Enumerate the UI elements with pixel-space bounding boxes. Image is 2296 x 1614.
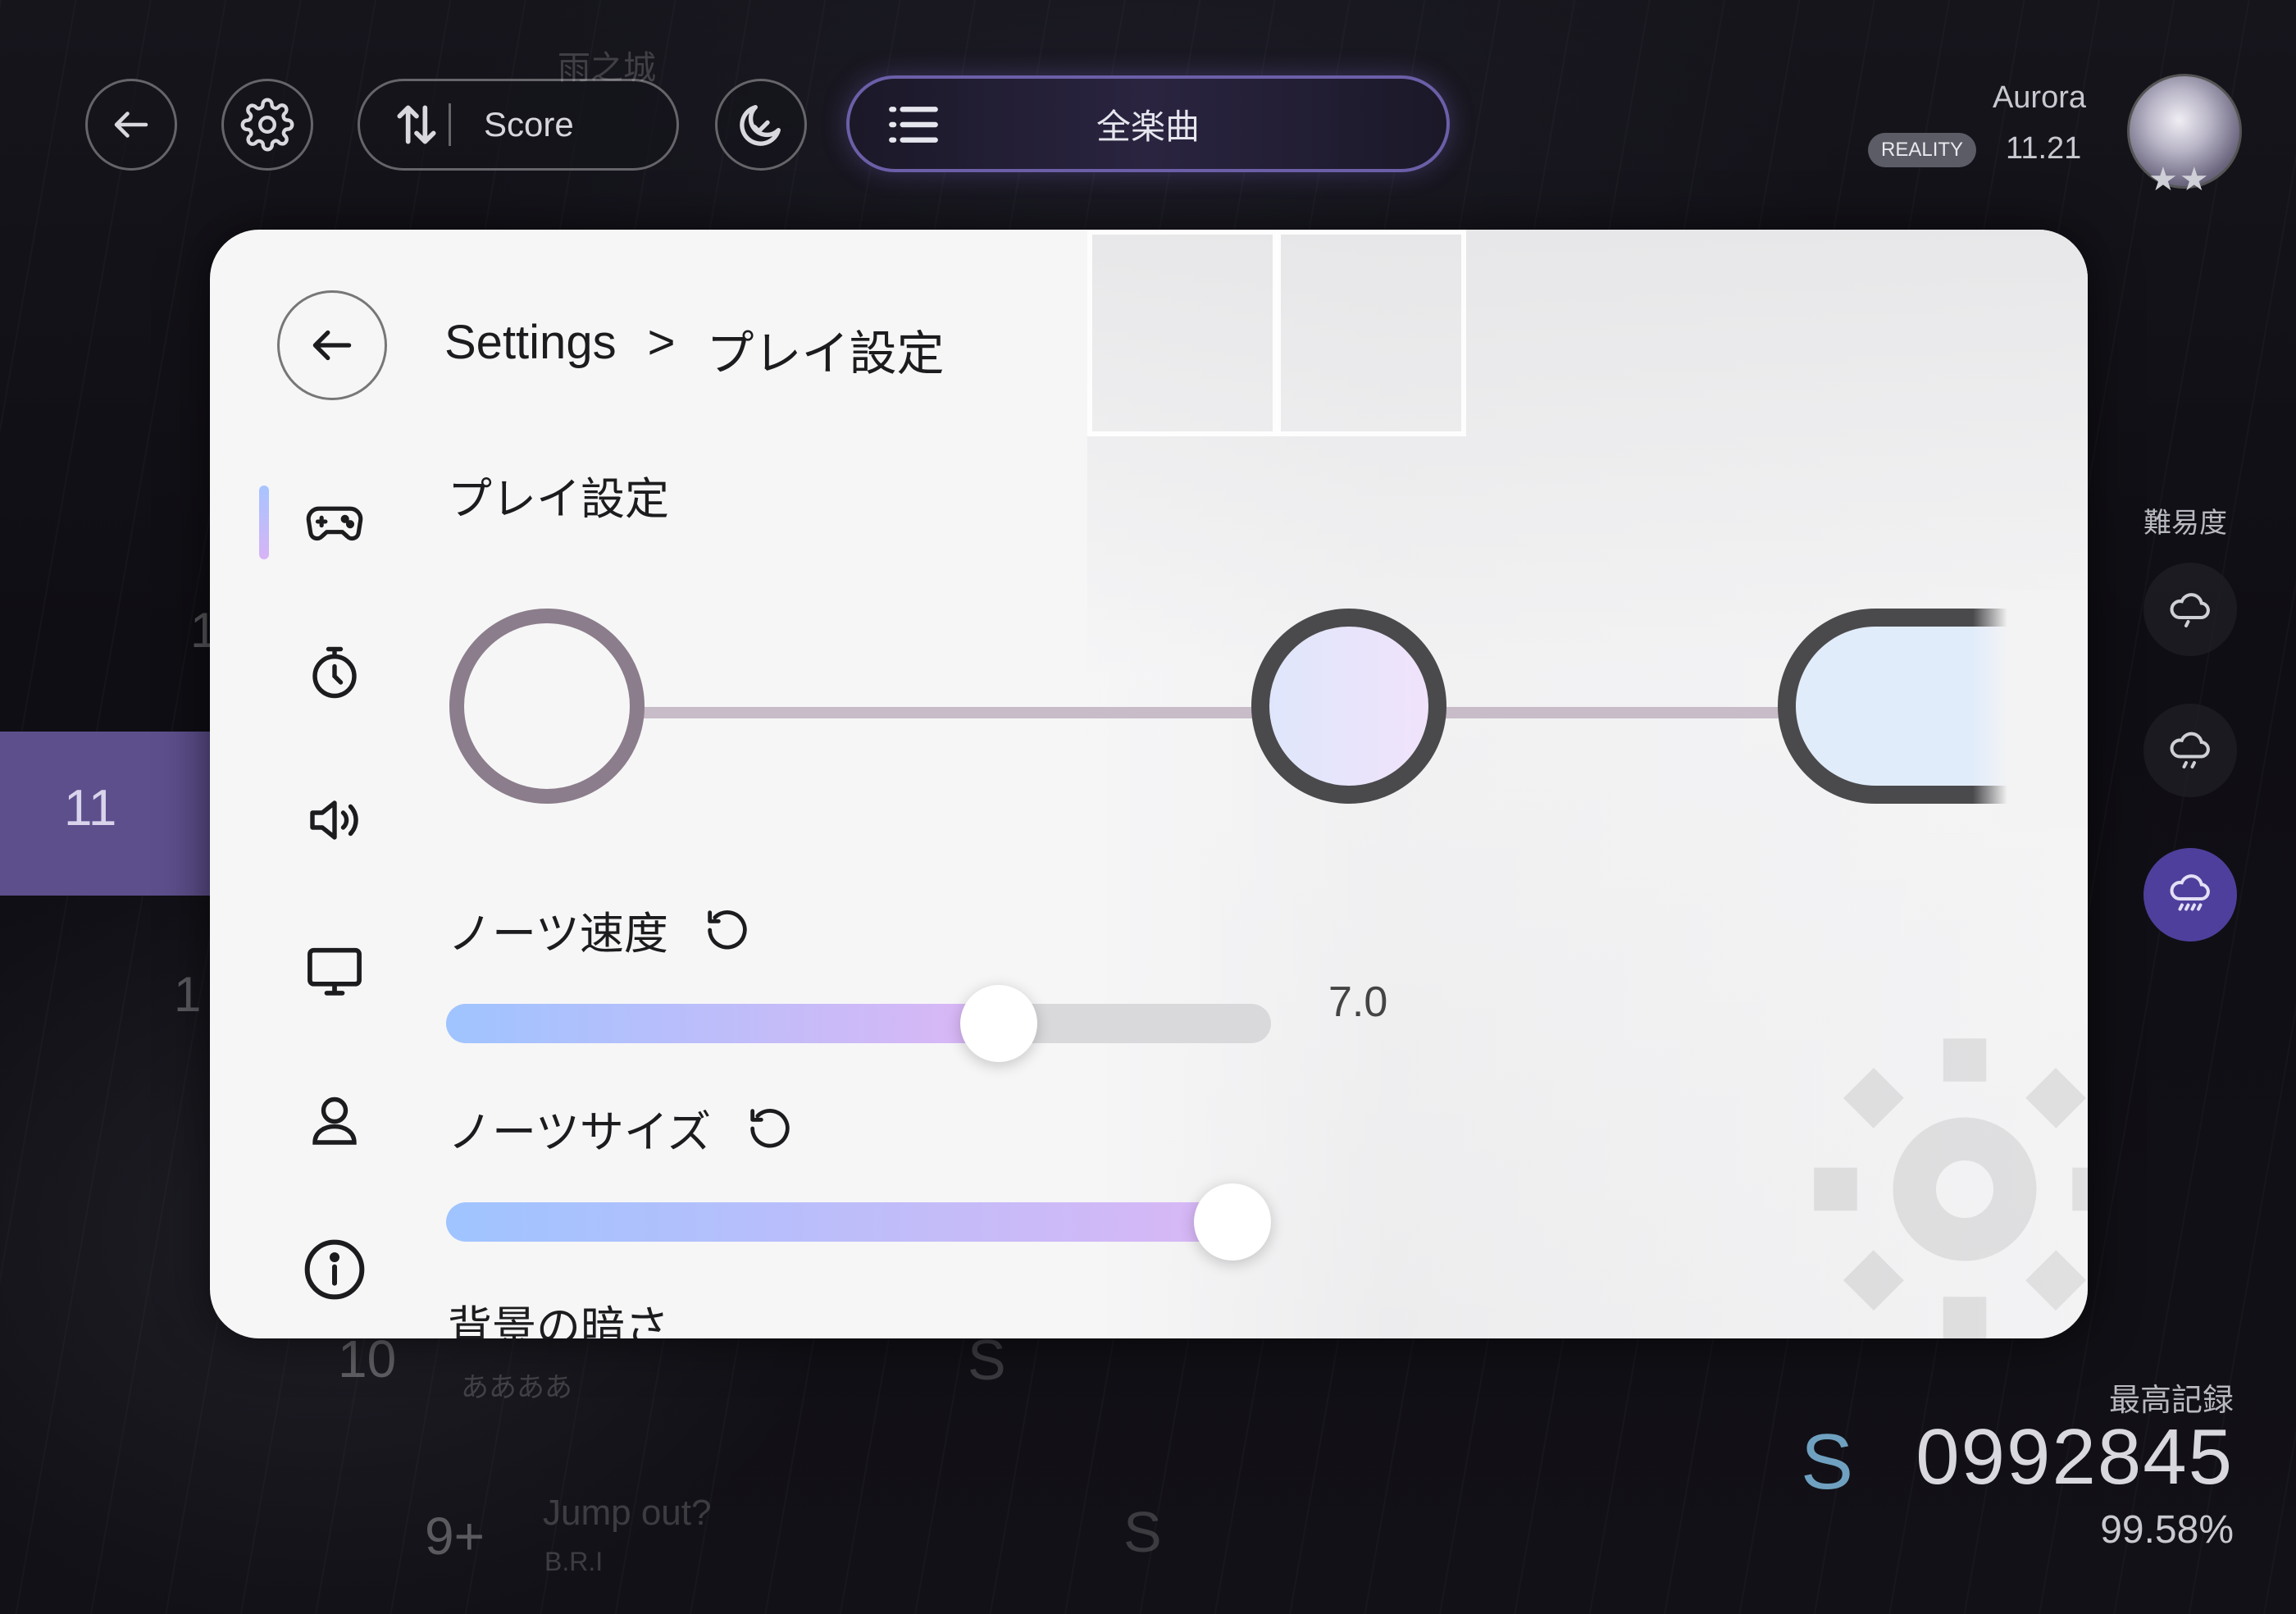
note-size-row: ノーツサイズ — [448, 1096, 796, 1160]
breadcrumb-root[interactable]: Settings — [444, 315, 617, 384]
note-speed-fill — [446, 1004, 999, 1043]
note-speed-value: 7.0 — [1328, 978, 1388, 1026]
note-speed-slider[interactable] — [446, 985, 1271, 1062]
play-mode-fade — [1973, 590, 2088, 828]
arrow-left-icon — [312, 330, 352, 361]
best-rank: S — [1801, 1418, 1854, 1506]
moon-button[interactable] — [715, 79, 807, 171]
nav-active-indicator — [259, 486, 269, 559]
moon-icon — [740, 104, 781, 146]
bg-window — [1276, 230, 1466, 436]
breadcrumb-separator: > — [647, 316, 676, 369]
list-item-artist: B.R.I — [544, 1547, 604, 1576]
settings-button[interactable] — [221, 79, 313, 171]
settings-panel: Settings > プレイ設定 プレイ設定 ノーツ速度 7.0 ノーツサイズ — [210, 230, 2088, 1338]
background-dim-label: 背景の暗さ — [448, 1302, 669, 1338]
list-item-title: Jump out? — [543, 1493, 712, 1533]
player-rating: 11.21 — [2006, 131, 2082, 166]
song-filter-label: 全楽曲 — [1096, 106, 1200, 147]
sort-button[interactable]: Score — [358, 79, 679, 171]
difficulty-normal-button[interactable] — [2143, 704, 2237, 797]
nav-account[interactable] — [294, 1079, 376, 1161]
nav-play-settings[interactable] — [294, 481, 376, 563]
user-name: Aurora — [1992, 80, 2086, 115]
speaker-icon — [310, 800, 358, 840]
list-item-subtitle: ああああ — [461, 1372, 572, 1403]
nav-about[interactable] — [294, 1229, 376, 1311]
selected-song-level: 11 — [64, 780, 117, 837]
cloud-drizzle-icon — [2170, 732, 2210, 768]
difficulty-label: 難易度 — [2143, 507, 2227, 540]
note-speed-label: ノーツ速度 — [448, 908, 668, 960]
nav-sound[interactable] — [294, 779, 376, 861]
info-icon — [304, 1239, 365, 1300]
reset-icon[interactable] — [701, 904, 754, 956]
note-size-slider[interactable] — [446, 1183, 1271, 1261]
reset-icon[interactable] — [744, 1102, 796, 1155]
bg-window — [1087, 230, 1278, 436]
user-icon — [312, 1097, 357, 1145]
sort-divider — [449, 103, 451, 146]
best-score: 0992845 — [1916, 1413, 2234, 1501]
song-title-behind: 雨之城 — [558, 49, 656, 87]
monitor-icon — [308, 947, 362, 996]
reality-badge: REALITY — [1868, 133, 1977, 167]
list-item-level: 9+ — [425, 1507, 485, 1566]
list-item-level: 1 — [174, 967, 202, 1022]
cloud-rain-icon — [2170, 874, 2210, 911]
note-speed-row: ノーツ速度 — [448, 897, 754, 962]
difficulty-easy-button[interactable] — [2143, 563, 2237, 656]
difficulty-hard-button[interactable] — [2143, 848, 2237, 942]
background-dim-row: 背景の暗さ — [448, 1291, 669, 1338]
sort-icon — [397, 105, 436, 144]
play-mode-option-1[interactable] — [449, 609, 645, 804]
note-size-knob[interactable] — [1194, 1183, 1271, 1261]
note-speed-knob[interactable] — [960, 985, 1037, 1062]
play-mode-option-2[interactable] — [1251, 609, 1446, 804]
breadcrumb: Settings > プレイ設定 — [444, 315, 944, 384]
play-mode-track — [554, 707, 1784, 718]
nav-timing[interactable] — [294, 631, 376, 714]
note-size-fill — [446, 1202, 1271, 1242]
arrow-left-icon — [114, 112, 148, 138]
gear-watermark-icon — [1814, 1038, 2088, 1338]
gear-icon — [240, 98, 294, 152]
nav-display[interactable] — [294, 930, 376, 1012]
gamepad-icon — [306, 506, 363, 541]
list-item-rank: S — [1123, 1500, 1162, 1564]
sort-label: Score — [484, 105, 574, 144]
note-size-label: ノーツサイズ — [448, 1106, 712, 1158]
cloud-icon — [2170, 593, 2210, 627]
best-accuracy: 99.58% — [2100, 1508, 2234, 1552]
timer-icon — [312, 646, 357, 699]
rank-stars: ★★ — [2148, 161, 2211, 198]
song-filter-button[interactable]: 全楽曲 — [846, 75, 1450, 172]
section-title: プレイ設定 — [448, 473, 669, 525]
panel-back-button[interactable] — [277, 290, 387, 400]
breadcrumb-current: プレイ設定 — [706, 326, 945, 381]
back-button[interactable] — [85, 79, 177, 171]
